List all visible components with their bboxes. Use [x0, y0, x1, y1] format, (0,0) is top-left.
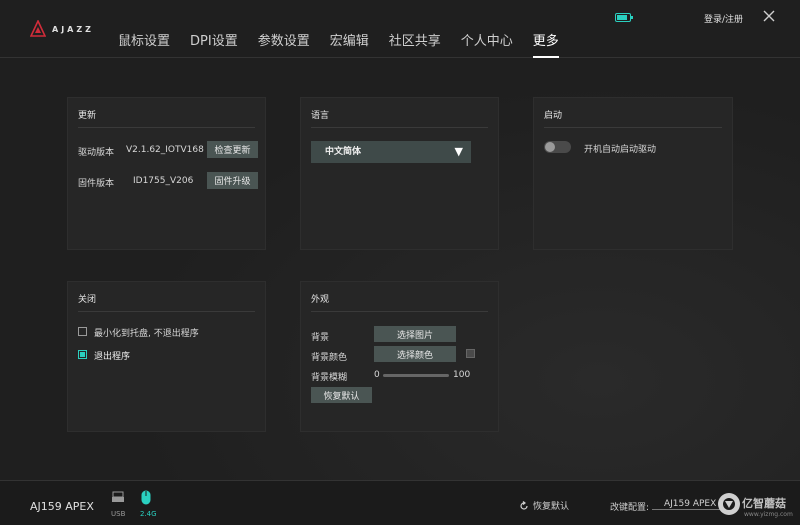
exit-program-label: 退出程序 — [94, 352, 131, 362]
language-select[interactable]: 中文简体 ▼ — [311, 141, 471, 163]
usb-label: USB — [111, 510, 126, 518]
driver-version-label: 驱动版本 — [78, 148, 115, 158]
wireless-label: 2.4G — [140, 510, 157, 518]
app-window: AJAZZ 鼠标设置 DPI设置 参数设置 宏编辑 社区共享 个人中心 更多 登… — [0, 0, 800, 525]
language-panel-title: 语言 — [311, 111, 330, 121]
change-config-label: 改键配置: — [610, 503, 650, 513]
tab-macro-editor[interactable]: 宏编辑 — [330, 30, 369, 58]
top-header: AJAZZ 鼠标设置 DPI设置 参数设置 宏编辑 社区共享 个人中心 更多 登… — [0, 0, 800, 58]
tab-dpi-settings[interactable]: DPI设置 — [190, 30, 238, 58]
firmware-upgrade-button[interactable]: 固件升级 — [207, 172, 258, 189]
blur-max-label: 100 — [453, 370, 471, 380]
background-color-swatch[interactable] — [466, 349, 475, 358]
close-panel-title: 关闭 — [78, 295, 97, 305]
check-update-button[interactable]: 检查更新 — [207, 141, 258, 158]
minimize-to-tray-label: 最小化到托盘, 不退出程序 — [94, 329, 199, 339]
dropdown-arrow-icon: ▼ — [454, 145, 463, 158]
appearance-panel: 外观 背景 选择图片 背景颜色 选择颜色 背景模糊 0 100 恢复默认 — [300, 281, 499, 432]
exit-program-checkbox[interactable] — [78, 350, 87, 359]
appearance-panel-title: 外观 — [311, 295, 330, 305]
startup-panel: 启动 开机自动启动驱动 — [533, 97, 733, 250]
tab-community-share[interactable]: 社区共享 — [389, 30, 441, 58]
tab-more[interactable]: 更多 — [532, 30, 559, 58]
close-icon[interactable] — [762, 9, 776, 23]
bottom-status-bar: AJ159 APEX USB 2.4G 恢复默认 改键配置: AJ159 APE… — [0, 480, 800, 525]
ajazz-logo: AJAZZ — [30, 20, 94, 38]
close-panel: 关闭 最小化到托盘, 不退出程序 退出程序 — [67, 281, 266, 432]
restore-default-appearance-button[interactable]: 恢复默认 — [311, 387, 372, 403]
divider — [311, 311, 488, 312]
watermark-text: 亿智蘑菇 — [742, 497, 786, 510]
logo-text: AJAZZ — [52, 24, 94, 34]
blur-min-label: 0 — [374, 370, 380, 380]
ajazz-logo-icon — [30, 20, 46, 37]
minimize-to-tray-checkbox[interactable] — [78, 327, 87, 336]
language-select-value: 中文简体 — [325, 147, 362, 157]
tab-mouse-settings[interactable]: 鼠标设置 — [118, 30, 170, 58]
firmware-version-label: 固件版本 — [78, 179, 115, 189]
background-label: 背景 — [311, 333, 330, 343]
autostart-label: 开机自动启动驱动 — [584, 145, 657, 155]
wireless-mouse-icon[interactable] — [141, 490, 151, 505]
update-panel: 更新 驱动版本 V2.1.62_IOTV168 检查更新 固件版本 ID1755… — [67, 97, 266, 250]
startup-panel-title: 启动 — [544, 111, 563, 121]
divider — [78, 311, 255, 312]
main-nav: 鼠标设置 DPI设置 参数设置 宏编辑 社区共享 个人中心 更多 — [118, 30, 579, 58]
login-register-link[interactable]: 登录/注册 — [704, 12, 743, 25]
driver-version-value: V2.1.62_IOTV168 — [126, 145, 204, 155]
divider — [311, 127, 488, 128]
update-panel-title: 更新 — [78, 111, 97, 121]
divider — [78, 127, 255, 128]
divider — [544, 127, 722, 128]
tab-parameter-settings[interactable]: 参数设置 — [258, 30, 310, 58]
watermark-url: www.yizmg.com — [744, 511, 793, 518]
firmware-version-value: ID1755_V206 — [133, 176, 194, 186]
background-blur-label: 背景模糊 — [311, 373, 348, 383]
background-blur-slider[interactable] — [383, 374, 449, 377]
select-color-button[interactable]: 选择颜色 — [374, 346, 456, 362]
battery-icon — [615, 13, 633, 22]
device-name: AJ159 APEX — [30, 500, 94, 513]
select-image-button[interactable]: 选择图片 — [374, 326, 456, 342]
usb-icon[interactable] — [111, 491, 125, 503]
config-select[interactable]: AJ159 APEX — [652, 499, 722, 510]
language-panel: 语言 中文简体 ▼ — [300, 97, 499, 250]
autostart-toggle[interactable] — [544, 141, 571, 153]
background-color-label: 背景颜色 — [311, 353, 348, 363]
restore-icon — [520, 500, 528, 510]
tab-personal-center[interactable]: 个人中心 — [461, 30, 513, 58]
restore-default-label: 恢复默认 — [533, 502, 570, 512]
restore-default-button[interactable]: 恢复默认 — [519, 499, 569, 512]
